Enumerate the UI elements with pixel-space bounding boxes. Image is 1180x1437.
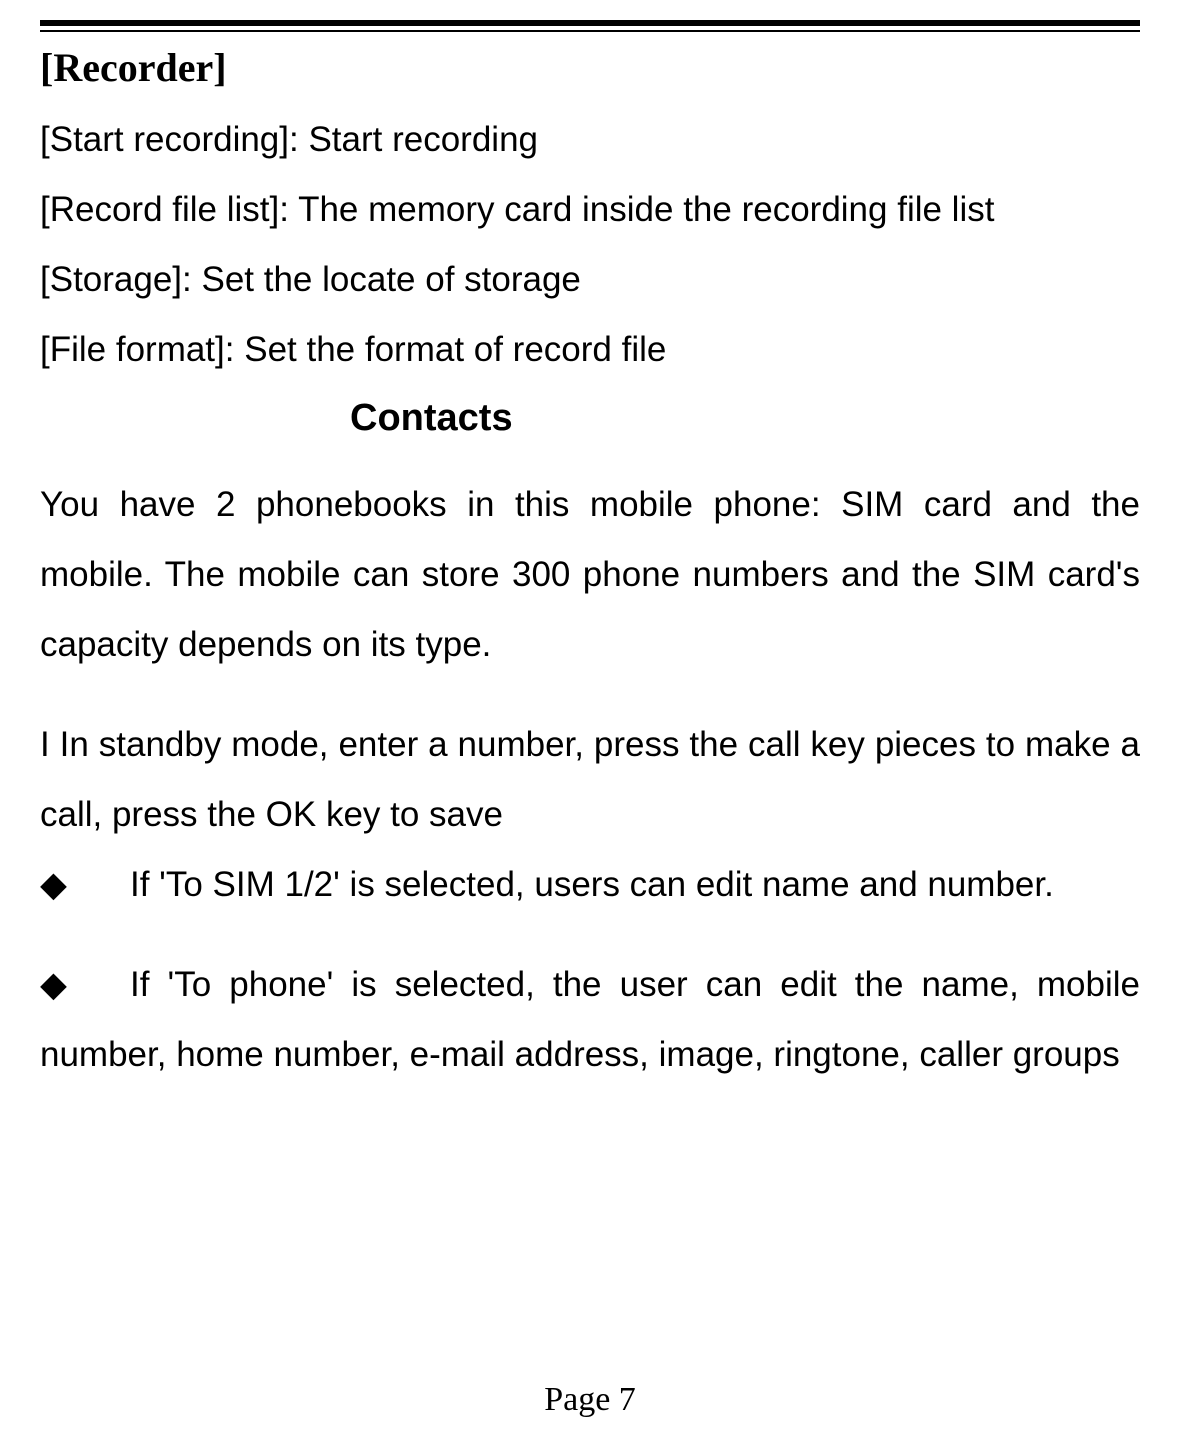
recorder-item-desc: Set the format of record file	[244, 330, 666, 369]
recorder-heading: [Recorder]	[40, 44, 1140, 91]
recorder-item-desc: The memory card inside the recording fil…	[298, 190, 994, 229]
bullet-text: If 'To SIM 1/2' is selected, users can e…	[130, 865, 1054, 904]
bullet-text: If 'To phone' is selected, the user can …	[40, 965, 1140, 1074]
diamond-bullet-icon: ◆	[40, 950, 130, 1020]
recorder-item: [Start recording]: Start recording	[40, 105, 1140, 175]
recorder-item-label: [Record file list]:	[40, 190, 298, 229]
bullet-item: ◆If 'To SIM 1/2' is selected, users can …	[40, 850, 1140, 920]
bullet-item: ◆If 'To phone' is selected, the user can…	[40, 950, 1140, 1090]
recorder-item: [File format]: Set the format of record …	[40, 315, 1140, 385]
page-footer: Page 7	[0, 1381, 1180, 1419]
contacts-intro: You have 2 phonebooks in this mobile pho…	[40, 470, 1140, 680]
contacts-body: You have 2 phonebooks in this mobile pho…	[40, 470, 1140, 1090]
top-rule	[40, 20, 1140, 32]
recorder-item: [Record file list]: The memory card insi…	[40, 175, 1140, 245]
recorder-item-desc: Start recording	[308, 120, 538, 159]
document-page: [Recorder] [Start recording]: Start reco…	[0, 0, 1180, 1437]
recorder-definitions: [Start recording]: Start recording [Reco…	[40, 105, 1140, 385]
contacts-lead: I In standby mode, enter a number, press…	[40, 710, 1140, 850]
recorder-item-label: [Start recording]:	[40, 120, 308, 159]
recorder-item: [Storage]: Set the locate of storage	[40, 245, 1140, 315]
recorder-item-desc: Set the locate of storage	[201, 260, 580, 299]
diamond-bullet-icon: ◆	[40, 850, 130, 920]
recorder-item-label: [File format]:	[40, 330, 244, 369]
contacts-heading: Contacts	[40, 397, 1140, 440]
recorder-item-label: [Storage]:	[40, 260, 201, 299]
